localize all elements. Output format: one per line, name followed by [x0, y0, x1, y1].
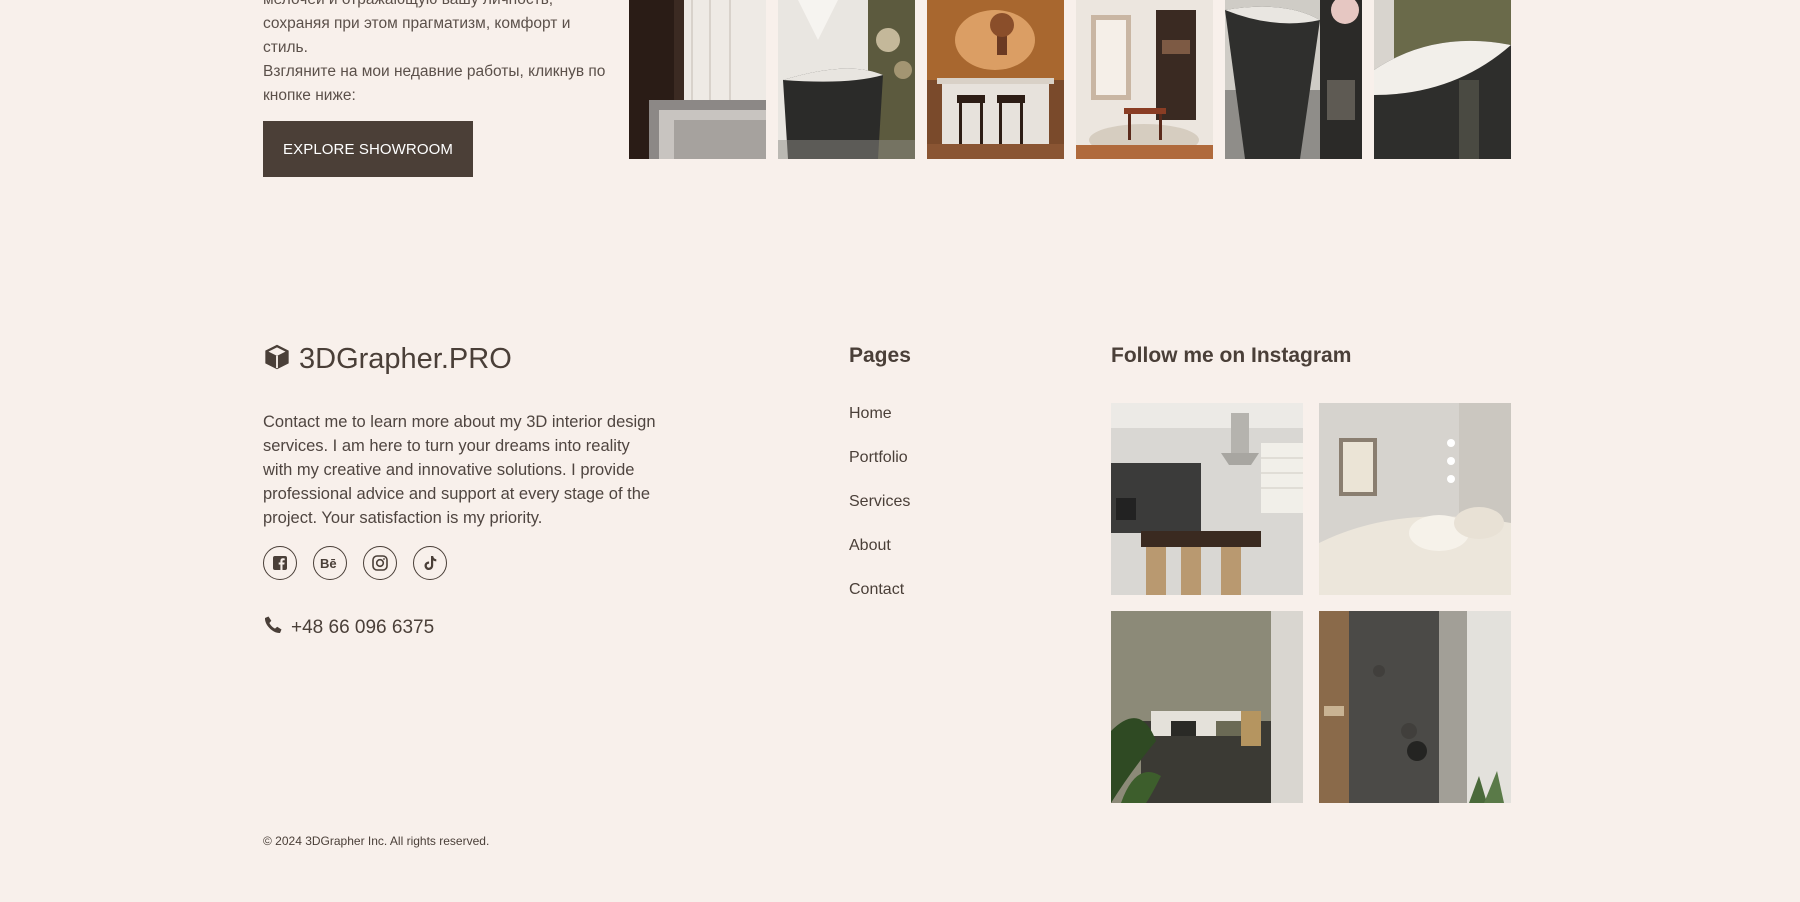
social-links: Bē [263, 546, 447, 580]
cube-icon [263, 343, 291, 376]
tiktok-icon[interactable] [413, 546, 447, 580]
showroom-image-black-bathtub[interactable] [778, 0, 915, 159]
footer-link-home[interactable]: Home [849, 405, 892, 423]
brand[interactable]: 3DGrapher.PRO [263, 343, 512, 376]
brand-name: 3DGrapher.PRO [299, 343, 512, 375]
footer-link-services[interactable]: Services [849, 493, 910, 511]
phone-icon [263, 615, 283, 640]
showroom-image-bathtub[interactable] [1225, 0, 1362, 159]
copyright: © 2024 3DGrapher Inc. All rights reserve… [263, 834, 490, 848]
instagram-image-bedroom-white[interactable] [1319, 403, 1511, 595]
showroom-image-bathtub-closeup[interactable] [1374, 0, 1511, 159]
behance-icon[interactable]: Bē [313, 546, 347, 580]
facebook-icon[interactable] [263, 546, 297, 580]
instagram-heading: Follow me on Instagram [1111, 344, 1352, 367]
footer-link-about[interactable]: About [849, 537, 891, 555]
phone[interactable]: +48 66 096 6375 [263, 615, 434, 640]
pages-heading: Pages [849, 344, 911, 367]
showroom-image-bedroom[interactable] [629, 0, 766, 159]
showroom-image-dining-room[interactable] [1076, 0, 1213, 159]
footer-link-contact[interactable]: Contact [849, 581, 904, 599]
intro-paragraph: мелочей и отражающую вашу личность, сохр… [263, 0, 606, 104]
instagram-image-kitchen[interactable] [1111, 403, 1303, 595]
explore-showroom-button[interactable]: EXPLORE SHOWROOM [263, 121, 473, 177]
svg-text:Bē: Bē [320, 556, 337, 571]
instagram-icon[interactable] [363, 546, 397, 580]
about-paragraph: Contact me to learn more about my 3D int… [263, 413, 656, 527]
instagram-image-bathroom-stone[interactable] [1319, 611, 1511, 803]
showroom-image-kitchen-bar[interactable] [927, 0, 1064, 159]
phone-number: +48 66 096 6375 [291, 616, 435, 638]
footer-link-portfolio[interactable]: Portfolio [849, 449, 908, 467]
instagram-image-bedroom-olive[interactable] [1111, 611, 1303, 803]
